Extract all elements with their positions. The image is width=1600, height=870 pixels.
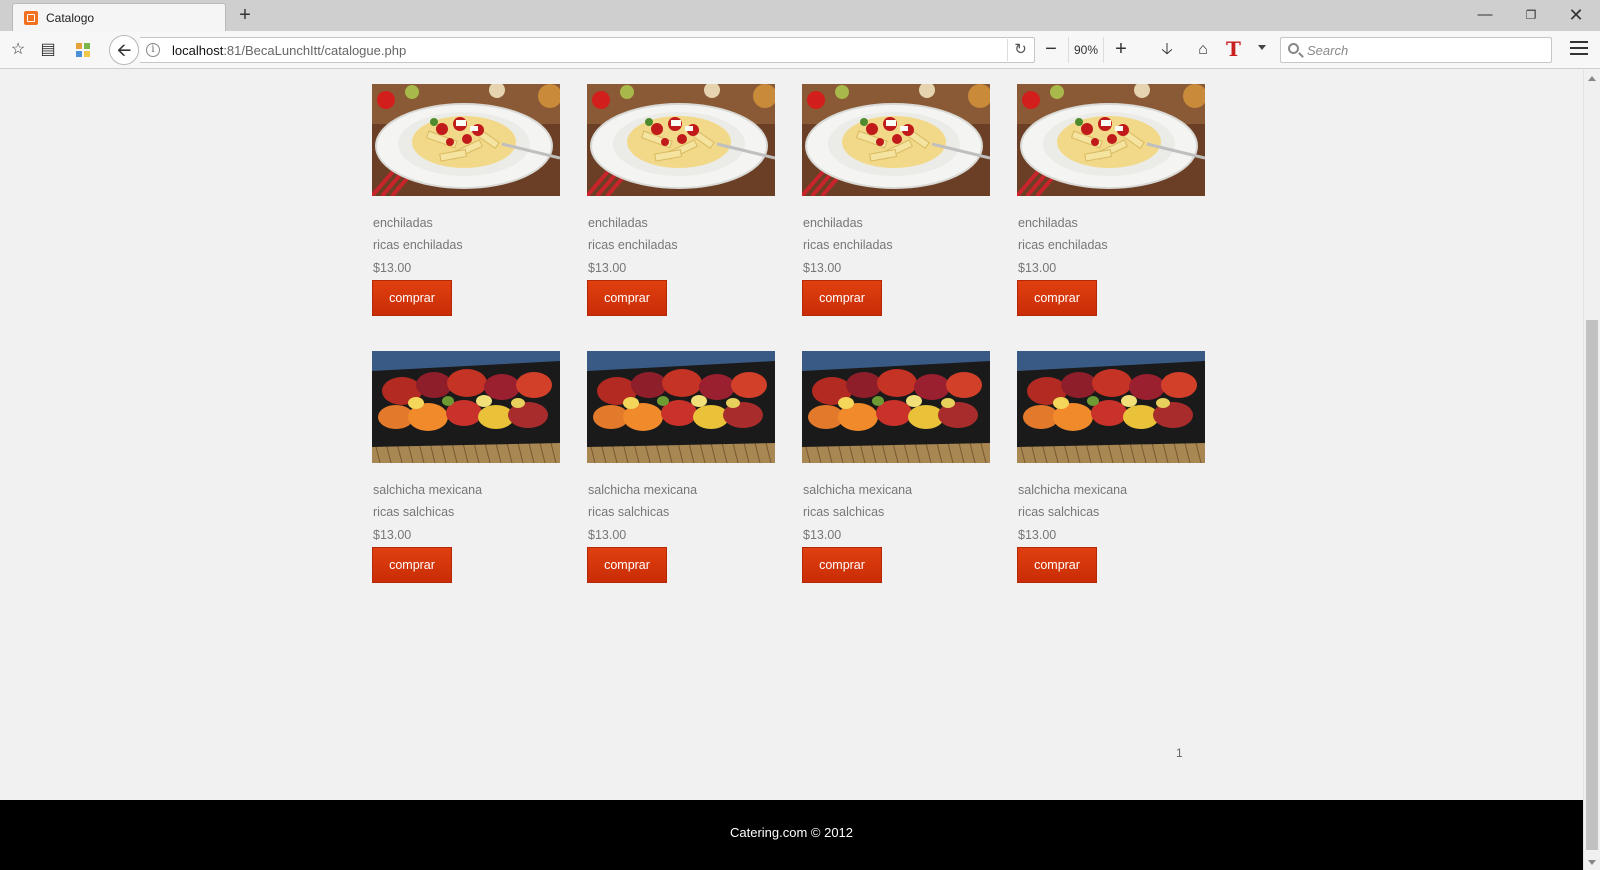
product-name: enchiladas [588,216,648,230]
product-image [587,84,775,196]
footer-text: Catering.com © 2012 [729,825,854,840]
pagination-page[interactable]: 1 [1176,746,1183,760]
product-description: ricas salchicas [803,505,885,519]
minimize-button[interactable]: — [1473,3,1497,27]
buy-button[interactable]: comprar [1017,280,1097,316]
site-info-icon[interactable]: i [146,43,160,57]
zoom-out-button[interactable]: − [1038,37,1064,63]
xampp-favicon-icon [24,11,38,25]
close-window-button[interactable]: ✕ [1564,3,1588,27]
product-image [802,351,990,463]
product-price: $13.00 [373,261,412,275]
product-price: $13.00 [1018,528,1057,542]
buy-button[interactable]: comprar [372,280,452,316]
product-name: enchiladas [1018,216,1078,230]
product-price: $13.00 [373,528,412,542]
buy-button[interactable]: comprar [802,547,882,583]
scroll-down-arrow-icon[interactable] [1588,860,1596,865]
product-image [587,351,775,463]
reading-list-icon[interactable]: ▤ [37,39,59,61]
new-tab-button[interactable]: + [234,4,256,26]
buy-button[interactable]: comprar [1017,547,1097,583]
product-price: $13.00 [588,261,627,275]
product-card: enchiladas ricas enchiladas $13.00 compr… [802,84,990,316]
product-image [372,351,560,463]
tab-strip: Catalogo + — ❐ ✕ [0,0,1600,32]
product-name: enchiladas [803,216,863,230]
product-card: salchicha mexicana ricas salchicas $13.0… [1017,351,1205,583]
vertical-scrollbar[interactable] [1583,70,1600,870]
zoom-in-button[interactable]: + [1108,37,1134,63]
product-description: ricas enchiladas [373,238,463,252]
product-description: ricas enchiladas [803,238,893,252]
tab-catalogo[interactable]: Catalogo [12,3,226,32]
navigation-toolbar: ☆ ▤ 🡨 i localhost:81/BecaLunchItt/catalo… [0,31,1600,69]
zoom-controls: − 90% + [1038,37,1134,63]
product-card: enchiladas ricas enchiladas $13.00 compr… [587,84,775,316]
text-tool-icon[interactable]: T [1226,37,1241,61]
product-image [372,84,560,196]
reload-icon[interactable]: ↻ [1007,39,1033,61]
product-name: salchicha mexicana [803,483,913,497]
product-name: salchicha mexicana [588,483,698,497]
product-description: ricas enchiladas [588,238,678,252]
product-card: salchicha mexicana ricas salchicas $13.0… [372,351,560,583]
back-button[interactable]: 🡨 [109,35,139,65]
hamburger-menu-icon[interactable] [1570,41,1588,57]
product-description: ricas salchicas [373,505,455,519]
product-card: enchiladas ricas enchiladas $13.00 compr… [1017,84,1205,316]
product-name: salchicha mexicana [373,483,483,497]
home-icon[interactable]: ⌂ [1192,39,1214,61]
buy-button[interactable]: comprar [587,547,667,583]
product-image [1017,84,1205,196]
product-name: enchiladas [373,216,433,230]
bookmark-star-icon[interactable]: ☆ [7,39,29,61]
product-description: ricas salchicas [588,505,670,519]
product-price: $13.00 [588,528,627,542]
search-input[interactable] [1307,41,1543,59]
download-icon[interactable]: 🡣 [1156,39,1178,61]
search-box[interactable] [1280,37,1552,63]
scroll-up-arrow-icon[interactable] [1588,76,1596,81]
product-price: $13.00 [803,261,842,275]
tab-title: Catalogo [46,11,95,25]
product-image [802,84,990,196]
product-description: ricas salchicas [1018,505,1100,519]
product-card: enchiladas ricas enchiladas $13.00 compr… [372,84,560,316]
chevron-down-icon[interactable] [1258,45,1266,50]
footer: Catering.com © 2012 [0,800,1583,870]
zoom-level[interactable]: 90% [1068,37,1104,63]
address-bar[interactable]: i localhost:81/BecaLunchItt/catalogue.ph… [140,37,1035,63]
apps-grid-icon[interactable] [72,39,94,61]
buy-button[interactable]: comprar [587,280,667,316]
product-description: ricas enchiladas [1018,238,1108,252]
url-text[interactable]: localhost:81/BecaLunchItt/catalogue.php [172,43,406,58]
product-image [1017,351,1205,463]
page-content: enchiladas ricas enchiladas $13.00 compr… [0,70,1583,870]
product-card: salchicha mexicana ricas salchicas $13.0… [802,351,990,583]
product-price: $13.00 [1018,261,1057,275]
product-name: salchicha mexicana [1018,483,1128,497]
product-price: $13.00 [803,528,842,542]
scroll-thumb[interactable] [1586,320,1598,850]
buy-button[interactable]: comprar [372,547,452,583]
search-icon [1288,43,1299,54]
product-card: salchicha mexicana ricas salchicas $13.0… [587,351,775,583]
buy-button[interactable]: comprar [802,280,882,316]
restore-button[interactable]: ❐ [1519,3,1543,27]
